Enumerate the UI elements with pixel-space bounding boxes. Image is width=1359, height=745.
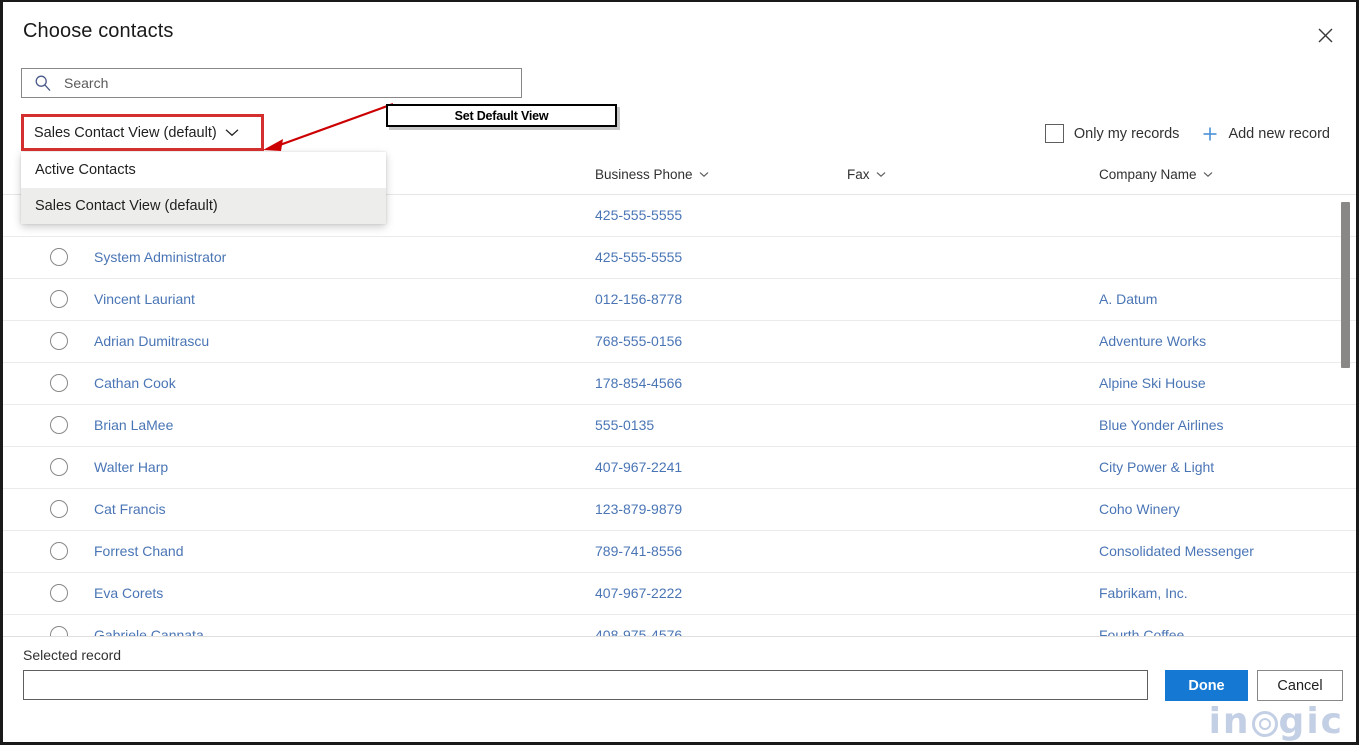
row-radio-button[interactable] xyxy=(50,332,68,350)
only-my-records-label: Only my records xyxy=(1073,125,1180,142)
cell-company-name[interactable]: Blue Yonder Airlines xyxy=(1099,417,1224,433)
checkbox-box[interactable] xyxy=(1044,124,1064,143)
chevron-down-icon xyxy=(699,171,709,178)
cell-full-name[interactable]: System Administrator xyxy=(94,249,226,265)
view-selector-button[interactable]: Sales Contact View (default) xyxy=(21,114,264,151)
choose-contacts-dialog: Choose contacts Only my records xyxy=(0,0,1359,745)
page-title: Choose contacts xyxy=(23,20,174,42)
row-radio-button[interactable] xyxy=(50,248,68,266)
add-new-record-label: Add new record xyxy=(1228,125,1330,142)
contacts-grid: 425-555-5555 System Administrator 425-555-… xyxy=(3,195,1356,641)
cell-business-phone[interactable]: 178-854-4566 xyxy=(595,375,682,391)
plus-icon xyxy=(1201,125,1219,143)
cell-business-phone[interactable]: 407-967-2222 xyxy=(595,585,682,601)
cell-full-name[interactable]: Cathan Cook xyxy=(94,375,176,391)
annotation-callout-label: Set Default View xyxy=(454,108,549,123)
selected-record-input[interactable] xyxy=(23,670,1148,700)
selected-record-label: Selected record xyxy=(23,647,122,663)
table-row[interactable]: Cathan Cook 178-854-4566 Alpine Ski House xyxy=(3,363,1356,405)
cell-business-phone[interactable]: 425-555-5555 xyxy=(595,249,682,265)
table-row[interactable]: Brian LaMee 555-0135 Blue Yonder Airlines xyxy=(3,405,1356,447)
cell-business-phone[interactable]: 407-967-2241 xyxy=(595,459,682,475)
chevron-down-icon xyxy=(225,128,239,137)
view-option-0[interactable]: Active Contacts xyxy=(21,152,386,188)
done-button[interactable]: Done xyxy=(1165,670,1248,701)
view-option-1[interactable]: Sales Contact View (default) xyxy=(21,188,386,224)
column-header-business-phone[interactable]: Business Phone xyxy=(595,167,709,182)
cell-business-phone[interactable]: 012-156-8778 xyxy=(595,291,682,307)
cell-business-phone[interactable]: 555-0135 xyxy=(595,417,654,433)
cell-company-name[interactable]: A. Datum xyxy=(1099,291,1157,307)
row-radio-button[interactable] xyxy=(50,290,68,308)
cell-full-name[interactable]: Cat Francis xyxy=(94,501,166,517)
only-my-records-checkbox[interactable]: Only my records xyxy=(1044,124,1180,143)
column-header-label: Company Name xyxy=(1099,167,1197,182)
chevron-down-icon xyxy=(876,171,886,178)
table-row[interactable]: System Administrator 425-555-5555 xyxy=(3,237,1356,279)
cancel-button[interactable]: Cancel xyxy=(1257,670,1343,701)
cell-company-name[interactable]: Fabrikam, Inc. xyxy=(1099,585,1188,601)
search-input[interactable] xyxy=(62,74,513,92)
row-radio-button[interactable] xyxy=(50,542,68,560)
cell-full-name[interactable]: Brian LaMee xyxy=(94,417,173,433)
view-option-label: Sales Contact View (default) xyxy=(35,198,218,214)
cell-business-phone[interactable]: 123-879-9879 xyxy=(595,501,682,517)
watermark-text-before: in xyxy=(1208,701,1251,742)
annotation-callout: Set Default View xyxy=(386,104,617,127)
column-header-label: Fax xyxy=(847,167,870,182)
column-header-fax[interactable]: Fax xyxy=(847,167,886,182)
search-icon xyxy=(34,74,52,92)
grid-scrollbar-thumb[interactable] xyxy=(1341,202,1350,368)
chevron-down-icon xyxy=(1203,171,1213,178)
table-row[interactable]: Adrian Dumitrascu 768-555-0156 Adventure W… xyxy=(3,321,1356,363)
cell-company-name[interactable]: Consolidated Messenger xyxy=(1099,543,1254,559)
cell-company-name[interactable]: City Power & Light xyxy=(1099,459,1214,475)
inogic-watermark: in gic xyxy=(1209,704,1344,740)
grid-toolbar: Only my records Add new record xyxy=(1044,124,1330,143)
cell-business-phone[interactable]: 789-741-8556 xyxy=(595,543,682,559)
search-box[interactable] xyxy=(21,68,522,98)
cell-business-phone[interactable]: 425-555-5555 xyxy=(595,207,682,223)
watermark-o-icon xyxy=(1251,711,1278,737)
annotation-arrow xyxy=(263,102,394,151)
close-icon[interactable] xyxy=(1308,18,1342,52)
column-header-company-name[interactable]: Company Name xyxy=(1099,167,1213,182)
cell-company-name[interactable]: Coho Winery xyxy=(1099,501,1180,517)
add-new-record-button[interactable]: Add new record xyxy=(1201,125,1330,143)
row-radio-button[interactable] xyxy=(50,500,68,518)
table-row[interactable]: Cat Francis 123-879-9879 Coho Winery xyxy=(3,489,1356,531)
table-row[interactable]: Eva Corets 407-967-2222 Fabrikam, Inc. xyxy=(3,573,1356,615)
row-radio-button[interactable] xyxy=(50,458,68,476)
view-selector-dropdown: Active Contacts Sales Contact View (defau… xyxy=(21,152,386,224)
cell-full-name[interactable]: Walter Harp xyxy=(94,459,168,475)
view-selector-label: Sales Contact View (default) xyxy=(34,124,217,141)
row-radio-button[interactable] xyxy=(50,374,68,392)
watermark-text-after: gic xyxy=(1278,701,1344,742)
cell-full-name[interactable]: Forrest Chand xyxy=(94,543,183,559)
cell-company-name[interactable]: Alpine Ski House xyxy=(1099,375,1206,391)
table-row[interactable]: Vincent Lauriant 012-156-8778 A. Datum xyxy=(3,279,1356,321)
column-header-label: Business Phone xyxy=(595,167,693,182)
row-radio-button[interactable] xyxy=(50,584,68,602)
view-option-label: Active Contacts xyxy=(35,162,136,178)
dialog-footer: Selected record Done Cancel in gic xyxy=(3,636,1356,742)
table-row[interactable]: Forrest Chand 789-741-8556 Consolidated Me… xyxy=(3,531,1356,573)
cell-full-name[interactable]: Vincent Lauriant xyxy=(94,291,195,307)
row-radio-button[interactable] xyxy=(50,416,68,434)
cell-business-phone[interactable]: 768-555-0156 xyxy=(595,333,682,349)
cell-company-name[interactable]: Adventure Works xyxy=(1099,333,1206,349)
cell-full-name[interactable]: Eva Corets xyxy=(94,585,163,601)
cell-full-name[interactable]: Adrian Dumitrascu xyxy=(94,333,209,349)
table-row[interactable]: Walter Harp 407-967-2241 City Power & Ligh… xyxy=(3,447,1356,489)
